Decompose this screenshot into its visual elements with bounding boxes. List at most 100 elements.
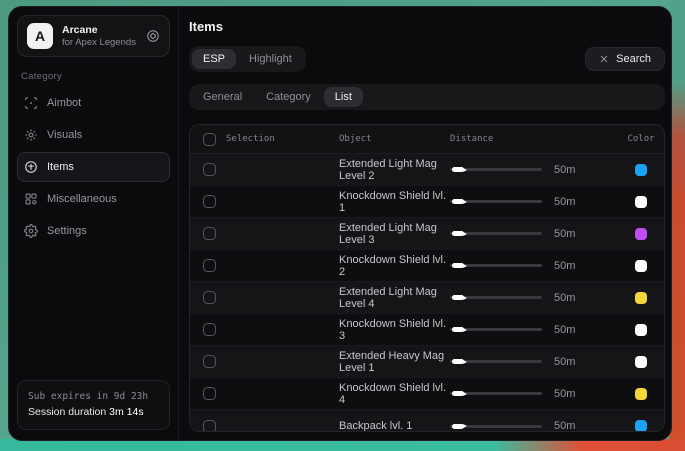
slider-thumb[interactable] bbox=[452, 263, 464, 268]
sidebar-item-label: Visuals bbox=[47, 129, 82, 141]
table-body: Extended Light Mag Level 2 50m Knockdown… bbox=[190, 154, 664, 432]
distance-slider[interactable] bbox=[450, 324, 542, 336]
page-title: Items bbox=[189, 19, 665, 34]
slider-thumb[interactable] bbox=[452, 424, 464, 429]
sidebar-item-settings[interactable]: Settings bbox=[17, 216, 170, 246]
slider-thumb[interactable] bbox=[452, 359, 464, 364]
row-checkbox[interactable] bbox=[203, 323, 216, 336]
sidebar-item-visuals[interactable]: Visuals bbox=[17, 120, 170, 150]
session-duration-label: Session duration bbox=[28, 406, 106, 418]
session-info-card: Sub expires in 9d 23h Session duration 3… bbox=[17, 380, 170, 430]
tab-highlight[interactable]: Highlight bbox=[238, 49, 303, 69]
sidebar-item-label: Aimbot bbox=[47, 97, 81, 109]
color-swatch[interactable] bbox=[635, 292, 647, 304]
object-name: Backpack lvl. 1 bbox=[339, 420, 450, 432]
table-row: Knockdown Shield lvl. 1 50m bbox=[190, 186, 664, 218]
close-icon bbox=[599, 54, 609, 64]
color-swatch[interactable] bbox=[635, 164, 647, 176]
distance-value: 50m bbox=[554, 356, 575, 368]
slider-thumb[interactable] bbox=[452, 295, 464, 300]
sidebar-item-aimbot[interactable]: Aimbot bbox=[17, 88, 170, 118]
distance-slider[interactable] bbox=[450, 164, 542, 176]
sidebar-spacer bbox=[17, 246, 170, 380]
table-row: Extended Light Mag Level 2 50m bbox=[190, 154, 664, 186]
slider-thumb[interactable] bbox=[452, 167, 464, 172]
row-checkbox[interactable] bbox=[203, 291, 216, 304]
app-window: A Arcane for Apex Legends Category Aimbo… bbox=[8, 6, 672, 441]
color-swatch[interactable] bbox=[635, 196, 647, 208]
color-swatch[interactable] bbox=[635, 228, 647, 240]
visuals-icon bbox=[24, 128, 38, 142]
object-name: Extended Heavy Mag Level 1 bbox=[339, 350, 450, 374]
table-row: Knockdown Shield lvl. 2 50m bbox=[190, 250, 664, 282]
gear-icon bbox=[24, 224, 38, 238]
sidebar-item-label: Items bbox=[47, 161, 74, 173]
table-row: Extended Light Mag Level 4 50m bbox=[190, 282, 664, 314]
support-icon[interactable] bbox=[146, 29, 160, 43]
items-icon bbox=[24, 160, 38, 174]
distance-slider[interactable] bbox=[450, 292, 542, 304]
tab-esp[interactable]: ESP bbox=[192, 49, 236, 69]
distance-slider[interactable] bbox=[450, 196, 542, 208]
distance-value: 50m bbox=[554, 260, 575, 272]
slider-thumb[interactable] bbox=[452, 199, 464, 204]
grid-icon bbox=[24, 192, 38, 206]
object-name: Knockdown Shield lvl. 1 bbox=[339, 190, 450, 214]
tab-general[interactable]: General bbox=[192, 87, 253, 107]
distance-slider[interactable] bbox=[450, 228, 542, 240]
app-logo: A bbox=[27, 23, 53, 49]
distance-value: 50m bbox=[554, 324, 575, 336]
crosshair-icon bbox=[24, 96, 38, 110]
slider-thumb[interactable] bbox=[452, 231, 464, 236]
distance-value: 50m bbox=[554, 196, 575, 208]
select-all-checkbox[interactable] bbox=[203, 133, 216, 146]
table-row: Backpack lvl. 1 50m bbox=[190, 410, 664, 432]
table-row: Knockdown Shield lvl. 3 50m bbox=[190, 314, 664, 346]
search-button-label: Search bbox=[616, 53, 651, 65]
app-header-card: A Arcane for Apex Legends bbox=[17, 15, 170, 57]
slider-thumb[interactable] bbox=[452, 327, 464, 332]
tab-category[interactable]: Category bbox=[255, 87, 322, 107]
session-duration-text: Session duration 3m 14s bbox=[28, 404, 159, 421]
column-header-object: Object bbox=[339, 134, 450, 144]
slider-thumb[interactable] bbox=[452, 391, 464, 396]
distance-slider[interactable] bbox=[450, 420, 542, 432]
color-swatch[interactable] bbox=[635, 260, 647, 272]
app-meta: Arcane for Apex Legends bbox=[62, 24, 137, 49]
row-checkbox[interactable] bbox=[203, 387, 216, 400]
search-button[interactable]: Search bbox=[585, 47, 665, 71]
sidebar-item-label: Miscellaneous bbox=[47, 193, 117, 205]
distance-value: 50m bbox=[554, 164, 575, 176]
category-section-label: Category bbox=[21, 71, 170, 82]
distance-value: 50m bbox=[554, 228, 575, 240]
row-checkbox[interactable] bbox=[203, 355, 216, 368]
color-swatch[interactable] bbox=[635, 420, 647, 432]
sidebar-item-label: Settings bbox=[47, 225, 87, 237]
row-checkbox[interactable] bbox=[203, 227, 216, 240]
distance-slider[interactable] bbox=[450, 260, 542, 272]
toolbar: ESPHighlight Search bbox=[189, 46, 665, 72]
row-checkbox[interactable] bbox=[203, 259, 216, 272]
app-name: Arcane bbox=[62, 24, 137, 37]
color-swatch[interactable] bbox=[635, 324, 647, 336]
sidebar-item-items[interactable]: Items bbox=[17, 152, 170, 182]
row-checkbox[interactable] bbox=[203, 195, 216, 208]
row-checkbox[interactable] bbox=[203, 163, 216, 176]
distance-slider[interactable] bbox=[450, 388, 542, 400]
column-header-color: Color bbox=[618, 134, 664, 144]
distance-value: 50m bbox=[554, 292, 575, 304]
column-header-distance: Distance bbox=[450, 134, 618, 144]
row-checkbox[interactable] bbox=[203, 420, 216, 433]
sub-expires-text: Sub expires in 9d 23h bbox=[28, 389, 159, 404]
items-table: Selection Object Distance Color Extended… bbox=[189, 124, 665, 432]
sidebar-item-miscellaneous[interactable]: Miscellaneous bbox=[17, 184, 170, 214]
tab-list[interactable]: List bbox=[324, 87, 363, 107]
view-tab-group: GeneralCategoryList bbox=[189, 84, 665, 110]
object-name: Knockdown Shield lvl. 4 bbox=[339, 382, 450, 406]
distance-slider[interactable] bbox=[450, 356, 542, 368]
color-swatch[interactable] bbox=[635, 356, 647, 368]
app-subtitle: for Apex Legends bbox=[62, 37, 137, 49]
distance-value: 50m bbox=[554, 388, 575, 400]
color-swatch[interactable] bbox=[635, 388, 647, 400]
main-panel: Items ESPHighlight Search GeneralCategor… bbox=[179, 7, 671, 440]
